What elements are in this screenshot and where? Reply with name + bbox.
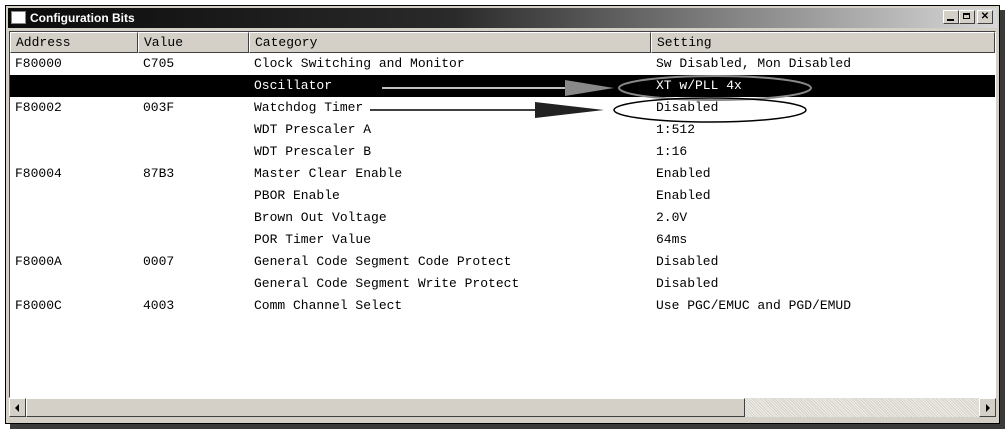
configuration-grid: Address Value Category Setting F80000 C70… (9, 31, 996, 398)
setting-cell: Disabled (656, 254, 719, 269)
category-cell: General Code Segment Code Protect (254, 254, 512, 269)
address-cell: F8000C (15, 298, 62, 313)
value-cell: 003F (143, 100, 175, 115)
address-cell (10, 229, 138, 251)
close-button[interactable]: ✕ (977, 10, 993, 24)
category-cell: WDT Prescaler A (254, 122, 372, 137)
scrollbar-thumb[interactable] (26, 398, 745, 417)
column-header-setting[interactable]: Setting (651, 32, 995, 53)
window-icon (11, 11, 26, 24)
category-cell: Master Clear Enable (254, 166, 403, 181)
value-cell (138, 273, 249, 295)
category-cell: WDT Prescaler B (254, 144, 372, 159)
address-cell (10, 141, 138, 163)
value-cell: 87B3 (143, 166, 175, 181)
setting-cell: XT w/PLL 4x (656, 78, 742, 93)
value-cell: 4003 (143, 298, 175, 313)
value-cell (138, 141, 249, 163)
address-cell (10, 207, 138, 229)
minimize-button[interactable] (943, 10, 959, 24)
table-row[interactable]: WDT Prescaler A 1:512 (10, 119, 995, 141)
scroll-left-icon[interactable] (9, 398, 26, 417)
window-title: Configuration Bits (30, 11, 135, 25)
setting-cell: Use PGC/EMUC and PGD/EMUD (656, 298, 852, 313)
address-cell: F80000 (15, 56, 62, 71)
category-cell: Brown Out Voltage (254, 210, 387, 225)
setting-cell: Disabled (656, 100, 719, 115)
setting-cell: Enabled (656, 188, 711, 203)
value-cell (138, 185, 249, 207)
table-row[interactable]: WDT Prescaler B 1:16 (10, 141, 995, 163)
value-cell (138, 229, 249, 251)
category-cell: POR Timer Value (254, 232, 372, 247)
table-row[interactable]: POR Timer Value 64ms (10, 229, 995, 251)
category-cell: Oscillator (254, 78, 333, 93)
table-row[interactable]: PBOR Enable Enabled (10, 185, 995, 207)
column-header-category[interactable]: Category (249, 32, 651, 53)
scroll-right-icon[interactable] (979, 398, 996, 417)
setting-cell: Enabled (656, 166, 711, 181)
title-bar[interactable]: Configuration Bits ✕ (8, 8, 997, 28)
maximize-button[interactable] (959, 10, 975, 24)
address-cell: F8000A (15, 254, 62, 269)
horizontal-scrollbar[interactable] (9, 398, 996, 417)
setting-cell: 1:512 (656, 122, 696, 137)
category-cell: Clock Switching and Monitor (254, 56, 465, 71)
category-cell: PBOR Enable (254, 188, 340, 203)
category-cell: Watchdog Timer (254, 100, 364, 115)
configuration-bits-window: Configuration Bits ✕ Address Value Categ… (5, 5, 1000, 424)
column-header-row: Address Value Category Setting (10, 32, 995, 53)
address-cell: F80004 (15, 166, 62, 181)
table-row[interactable]: F8000A 0007 General Code Segment Code Prot… (10, 251, 995, 273)
value-cell: 0007 (143, 254, 175, 269)
address-cell (10, 75, 138, 97)
setting-cell: 2.0V (656, 210, 688, 225)
value-cell (138, 207, 249, 229)
value-cell (138, 75, 249, 97)
table-row[interactable]: F80000 C705 Clock Switching and Monitor Sw … (10, 53, 995, 75)
setting-cell: 1:16 (656, 144, 688, 159)
table-row[interactable]: F8000C 4003 Comm Channel Select Use PGC/EMU… (10, 295, 995, 317)
column-header-value[interactable]: Value (138, 32, 249, 53)
table-row[interactable]: Brown Out Voltage 2.0V (10, 207, 995, 229)
value-cell: C705 (143, 56, 175, 71)
setting-cell: Disabled (656, 276, 719, 291)
table-row[interactable]: F80004 87B3 Master Clear Enable Enabled (10, 163, 995, 185)
category-cell: Comm Channel Select (254, 298, 403, 313)
table-row[interactable]: General Code Segment Write Protect Disabl… (10, 273, 995, 295)
address-cell (10, 119, 138, 141)
column-header-address[interactable]: Address (10, 32, 138, 53)
setting-cell: Sw Disabled, Mon Disabled (656, 56, 852, 71)
setting-cell: 64ms (656, 232, 688, 247)
category-cell: General Code Segment Write Protect (254, 276, 520, 291)
value-cell (138, 119, 249, 141)
address-cell: F80002 (15, 100, 62, 115)
table-row[interactable]: F80002 003F Watchdog Timer Disabled (10, 97, 995, 119)
address-cell (10, 273, 138, 295)
table-row[interactable]: Oscillator XT w/PLL 4x (10, 75, 995, 97)
address-cell (10, 185, 138, 207)
